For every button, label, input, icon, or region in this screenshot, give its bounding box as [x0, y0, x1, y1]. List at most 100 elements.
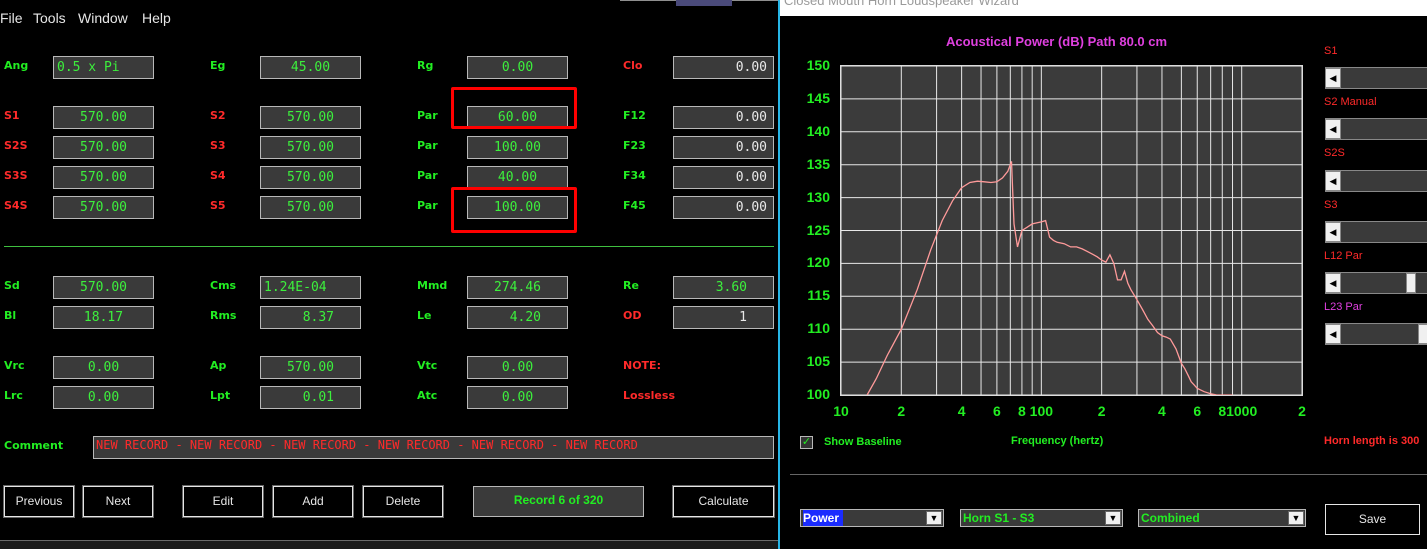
field-re[interactable]: 3.60 — [673, 276, 774, 299]
field-od[interactable]: 1 — [673, 306, 774, 329]
slider-s2[interactable]: ◀ — [1325, 118, 1427, 140]
show-baseline-checkbox[interactable]: ✓ — [800, 436, 813, 449]
comment-field[interactable]: NEW RECORD - NEW RECORD - NEW RECORD - N… — [93, 436, 774, 459]
y-tick-label: 125 — [806, 221, 830, 238]
field-f23[interactable]: 0.00 — [673, 136, 774, 159]
label-rms: Rms — [210, 309, 237, 322]
next-button[interactable]: Next — [82, 485, 154, 518]
slider-label-s3: S3 — [1324, 199, 1338, 211]
field-vtc[interactable]: 0.00 — [467, 356, 568, 379]
previous-button[interactable]: Previous — [3, 485, 75, 518]
label-lpt: Lpt — [210, 389, 231, 402]
label-par-1: Par — [417, 109, 438, 122]
output-type-select[interactable]: Power ▼ — [800, 509, 944, 527]
x-tick-label: 2 — [897, 403, 906, 419]
horn-length-text: Horn length is 300 — [1324, 435, 1420, 447]
field-f12[interactable]: 0.00 — [673, 106, 774, 129]
field-s3[interactable]: 570.00 — [260, 136, 361, 159]
field-s1[interactable]: 570.00 — [53, 106, 154, 129]
field-s3s[interactable]: 570.00 — [53, 166, 154, 189]
field-s4s[interactable]: 570.00 — [53, 196, 154, 219]
field-s5[interactable]: 570.00 — [260, 196, 361, 219]
slider-left-arrow-icon[interactable]: ◀ — [1325, 171, 1341, 191]
field-par-2[interactable]: 100.00 — [467, 136, 568, 159]
field-ang[interactable]: 0.5 x Pi — [53, 56, 154, 79]
label-f23: F23 — [623, 139, 646, 152]
label-s4s: S4S — [4, 199, 28, 212]
field-vrc[interactable]: 0.00 — [53, 356, 154, 379]
delete-button[interactable]: Delete — [362, 485, 444, 518]
field-par-3[interactable]: 40.00 — [467, 166, 568, 189]
field-le[interactable]: 4.20 — [467, 306, 568, 329]
slider-s2s[interactable]: ◀ — [1325, 170, 1427, 192]
slider-left-arrow-icon[interactable]: ◀ — [1325, 68, 1341, 88]
field-f34[interactable]: 0.00 — [673, 166, 774, 189]
main-window: File Tools Window Help Ang 0.5 x Pi Eg 4… — [0, 0, 778, 549]
label-ang: Ang — [4, 59, 29, 72]
field-lpt[interactable]: 0.01 — [260, 386, 361, 409]
label-atc: Atc — [417, 389, 438, 402]
field-s4[interactable]: 570.00 — [260, 166, 361, 189]
chevron-down-icon[interactable]: ▼ — [926, 511, 942, 525]
slider-l23-par[interactable]: ◀ — [1325, 323, 1427, 345]
slider-left-arrow-icon[interactable]: ◀ — [1325, 273, 1341, 293]
menu-tools[interactable]: Tools — [33, 10, 66, 26]
field-ap[interactable]: 570.00 — [260, 356, 361, 379]
label-s2s: S2S — [4, 139, 28, 152]
slider-l12-par[interactable]: ◀ — [1325, 272, 1427, 294]
label-lossless: Lossless — [623, 389, 675, 402]
y-tick-label: 135 — [806, 155, 830, 172]
slider-s3[interactable]: ◀ — [1325, 221, 1427, 243]
field-rg[interactable]: 0.00 — [467, 56, 568, 79]
field-s2s[interactable]: 570.00 — [53, 136, 154, 159]
y-tick-label: 130 — [806, 188, 830, 205]
slider-left-arrow-icon[interactable]: ◀ — [1325, 119, 1341, 139]
x-tick-label: 10 — [833, 403, 849, 419]
mode-value: Combined — [1141, 511, 1200, 525]
highlight-box-par-1 — [451, 87, 577, 129]
x-tick-label: 100 — [1029, 403, 1054, 419]
label-note: NOTE: — [623, 359, 661, 372]
edit-button[interactable]: Edit — [182, 485, 264, 518]
response-chart — [841, 66, 1302, 395]
label-re: Re — [623, 279, 639, 292]
section-divider — [4, 246, 774, 247]
field-lrc[interactable]: 0.00 — [53, 386, 154, 409]
label-lrc: Lrc — [4, 389, 23, 402]
record-status: Record 6 of 320 — [473, 486, 644, 517]
add-button[interactable]: Add — [272, 485, 354, 518]
label-bl: Bl — [4, 309, 17, 322]
slider-label-l23-par: L23 Par — [1324, 301, 1363, 313]
save-button[interactable]: Save — [1325, 504, 1420, 535]
x-tick-label: 1000 — [1226, 403, 1258, 419]
show-baseline-label: Show Baseline — [824, 436, 902, 448]
field-rms[interactable]: 8.37 — [260, 306, 361, 329]
menu-file[interactable]: File — [0, 10, 23, 26]
slider-s1[interactable]: ◀ — [1325, 67, 1427, 89]
slider-thumb[interactable] — [1418, 324, 1427, 344]
calculate-button[interactable]: Calculate — [672, 485, 775, 518]
label-f45: F45 — [623, 199, 646, 212]
field-eg[interactable]: 45.00 — [260, 56, 361, 79]
horn-range-select[interactable]: Horn S1 - S3 ▼ — [960, 509, 1123, 527]
y-tick-label: 100 — [806, 386, 830, 402]
y-tick-label: 140 — [806, 122, 830, 139]
field-cms[interactable]: 1.24E-04 — [260, 276, 361, 299]
field-s2[interactable]: 570.00 — [260, 106, 361, 129]
slider-left-arrow-icon[interactable]: ◀ — [1325, 324, 1341, 344]
menu-help[interactable]: Help — [142, 10, 171, 26]
field-f45[interactable]: 0.00 — [673, 196, 774, 219]
chevron-down-icon[interactable]: ▼ — [1288, 511, 1304, 525]
field-atc[interactable]: 0.00 — [467, 386, 568, 409]
field-bl[interactable]: 18.17 — [53, 306, 154, 329]
menu-window[interactable]: Window — [78, 10, 128, 26]
slider-label-s2s: S2S — [1324, 147, 1345, 159]
slider-left-arrow-icon[interactable]: ◀ — [1325, 222, 1341, 242]
field-clo[interactable]: 0.00 — [673, 56, 774, 79]
chevron-down-icon[interactable]: ▼ — [1105, 511, 1121, 525]
mode-select[interactable]: Combined ▼ — [1138, 509, 1306, 527]
field-sd[interactable]: 570.00 — [53, 276, 154, 299]
slider-thumb[interactable] — [1406, 273, 1416, 293]
label-cms: Cms — [210, 279, 237, 292]
field-mmd[interactable]: 274.46 — [467, 276, 568, 299]
